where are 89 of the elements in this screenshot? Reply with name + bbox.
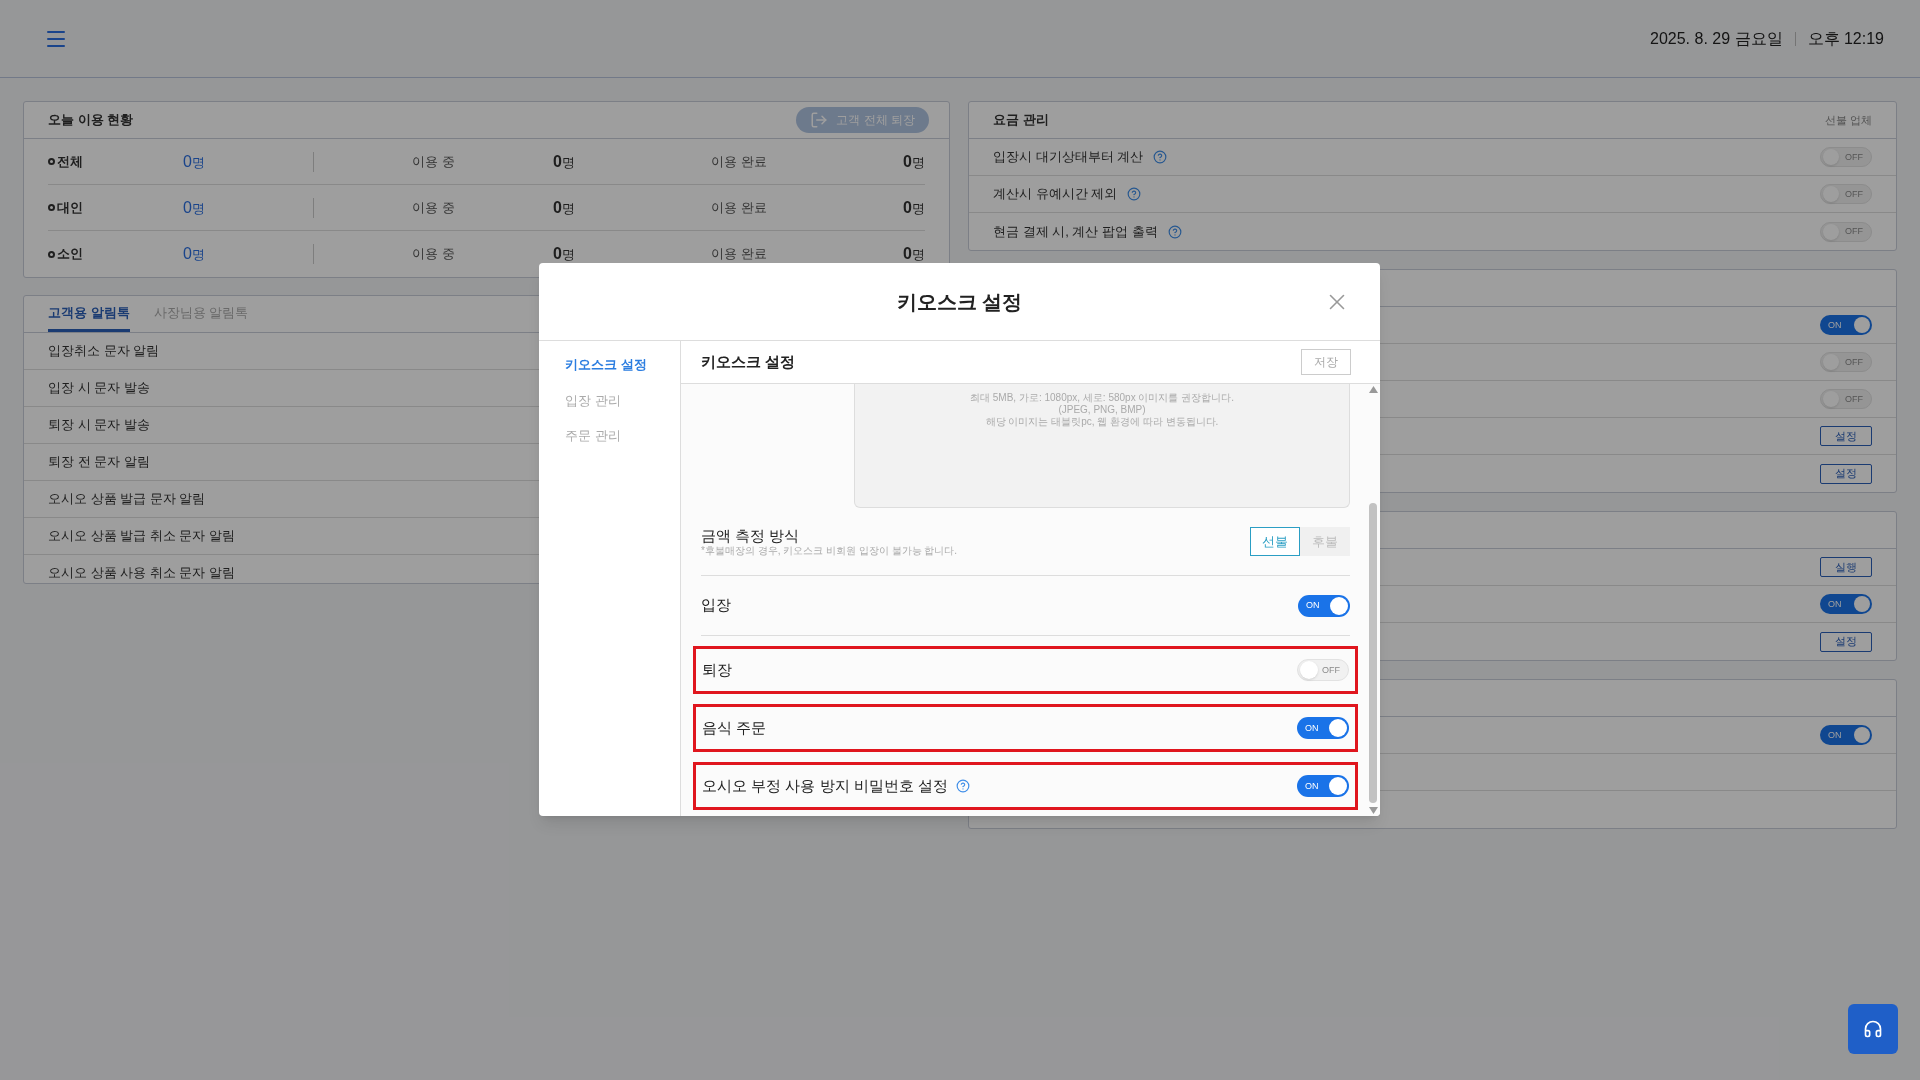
toggle-switch[interactable]: OFF: [1820, 389, 1872, 409]
row-label: 대인: [57, 198, 83, 217]
save-button[interactable]: 저장: [1301, 349, 1351, 375]
status-label: 이용 중: [412, 245, 455, 264]
setting-label: 입장시 대기상태부터 계산: [993, 148, 1144, 167]
status-label: 이용 완료: [711, 152, 767, 171]
status-label: 이용 중: [412, 152, 455, 171]
notification-item: 오시오 상품 사용 취소 문자 알림: [48, 564, 236, 583]
scrollbar[interactable]: [1366, 384, 1380, 816]
help-icon[interactable]: [1167, 224, 1182, 239]
setting-button[interactable]: 설정: [1820, 463, 1872, 484]
setting-label: 오시오 부정 사용 방지 비밀번호 설정: [702, 775, 948, 796]
count-unit: 명: [912, 153, 925, 172]
notification-item: 오시오 상품 발급 취소 문자 알림: [48, 527, 236, 546]
count-value: 0: [553, 151, 562, 172]
status-label: 이용 중: [412, 198, 455, 217]
count-unit: 명: [191, 246, 205, 264]
count-value: 0: [903, 151, 912, 172]
help-icon[interactable]: [1127, 187, 1142, 201]
image-upload-area[interactable]: 최대 5MB, 가로: 1080px, 세로: 580px 이미지를 권장합니다. (JPEG, PNG, BMP) 해당 이미지는 태블릿pc, 웹 환경에 따라 변동됩니다.: [854, 384, 1350, 508]
toggle-switch[interactable]: OFF: [1820, 352, 1872, 372]
row-label: 전체: [57, 152, 83, 171]
toggle-switch[interactable]: OFF: [1297, 659, 1349, 681]
exit-icon: [810, 111, 829, 129]
section-title: 키오스크 설정: [701, 351, 796, 372]
count-value: 0: [903, 197, 912, 218]
toggle-switch[interactable]: ON: [1820, 725, 1872, 745]
count-value: 0: [183, 197, 192, 218]
dialog-title: 키오스크 설정: [896, 289, 1023, 315]
scroll-up-icon[interactable]: [1368, 386, 1378, 393]
setting-label: 금액 측정 방식: [701, 526, 801, 545]
panel-note: 선불 업체: [1824, 112, 1872, 128]
toggle-switch[interactable]: ON: [1298, 594, 1350, 617]
setting-button[interactable]: 설정: [1820, 426, 1872, 446]
setting-button[interactable]: 설정: [1820, 631, 1872, 652]
bullet-icon: [48, 250, 55, 258]
count-value: 0: [903, 244, 912, 264]
date-text: 2025. 8. 29 금요일: [1650, 28, 1783, 49]
help-icon[interactable]: [955, 779, 970, 793]
setting-label: 퇴장: [702, 659, 732, 680]
image-hint-text: (JPEG, PNG, BMP): [1058, 404, 1146, 416]
setting-label: 계산시 유예시간 제외: [993, 185, 1118, 204]
count-value: 0: [553, 244, 562, 264]
image-hint-text: 최대 5MB, 가로: 1080px, 세로: 580px 이미지를 권장합니다.: [970, 392, 1234, 404]
toggle-switch[interactable]: ON: [1820, 594, 1872, 614]
count-unit: 명: [561, 153, 575, 172]
bullet-icon: [48, 158, 55, 165]
count-value: 0: [183, 244, 192, 264]
status-label: 이용 완료: [711, 198, 767, 217]
tab[interactable]: 고객용 알림톡: [48, 296, 130, 332]
setting-label: 입장: [701, 595, 731, 616]
notification-item: 오시오 상품 발급 문자 알림: [48, 490, 206, 509]
panel-title: 요금 관리: [993, 111, 1049, 130]
bullet-icon: [48, 204, 55, 211]
count-unit: 명: [561, 246, 575, 264]
panel-title: 오늘 이용 현황: [48, 111, 134, 130]
notification-item: 입장취소 문자 알림: [48, 342, 160, 361]
count-unit: 명: [191, 199, 205, 218]
help-icon[interactable]: [1153, 150, 1168, 164]
toggle-switch[interactable]: ON: [1820, 315, 1872, 335]
row-label: 소인: [57, 245, 83, 264]
time-text: 오후 12:19: [1807, 28, 1884, 49]
count-unit: 명: [912, 199, 925, 218]
setting-button[interactable]: 실행: [1820, 557, 1872, 577]
pricing-option[interactable]: 선불: [1250, 527, 1300, 556]
toggle-switch[interactable]: OFF: [1820, 147, 1872, 167]
support-button[interactable]: [1848, 1004, 1898, 1054]
headset-icon: [1863, 1019, 1883, 1039]
setting-label: 음식 주문: [702, 717, 767, 738]
toggle-switch[interactable]: ON: [1297, 717, 1349, 739]
dialog-menu-item[interactable]: 주문 관리: [565, 426, 680, 446]
dialog-menu-item[interactable]: 키오스크 설정: [565, 355, 680, 375]
dialog-menu-item[interactable]: 입장 관리: [565, 390, 680, 410]
count-unit: 명: [912, 246, 925, 264]
setting-label: 현금 결제 시, 계산 팝업 출력: [993, 222, 1158, 241]
count-unit: 명: [561, 199, 575, 218]
setting-note: *후불매장의 경우, 키오스크 비회원 입장이 불가능 합니다.: [701, 544, 958, 557]
count-value: 0: [183, 151, 192, 172]
image-hint-text: 해당 이미지는 태블릿pc, 웹 환경에 따라 변동됩니다.: [985, 416, 1219, 428]
toggle-switch[interactable]: OFF: [1820, 184, 1872, 204]
notification-item: 퇴장 전 문자 알림: [48, 453, 150, 472]
toggle-switch[interactable]: ON: [1297, 775, 1349, 797]
count-unit: 명: [191, 153, 205, 172]
scroll-down-icon[interactable]: [1368, 807, 1378, 814]
count-value: 0: [553, 197, 562, 218]
notification-item: 퇴장 시 문자 발송: [48, 416, 150, 435]
notification-item: 입장 시 문자 발송: [48, 379, 150, 398]
toggle-switch[interactable]: OFF: [1820, 221, 1872, 242]
status-label: 이용 완료: [711, 245, 767, 264]
